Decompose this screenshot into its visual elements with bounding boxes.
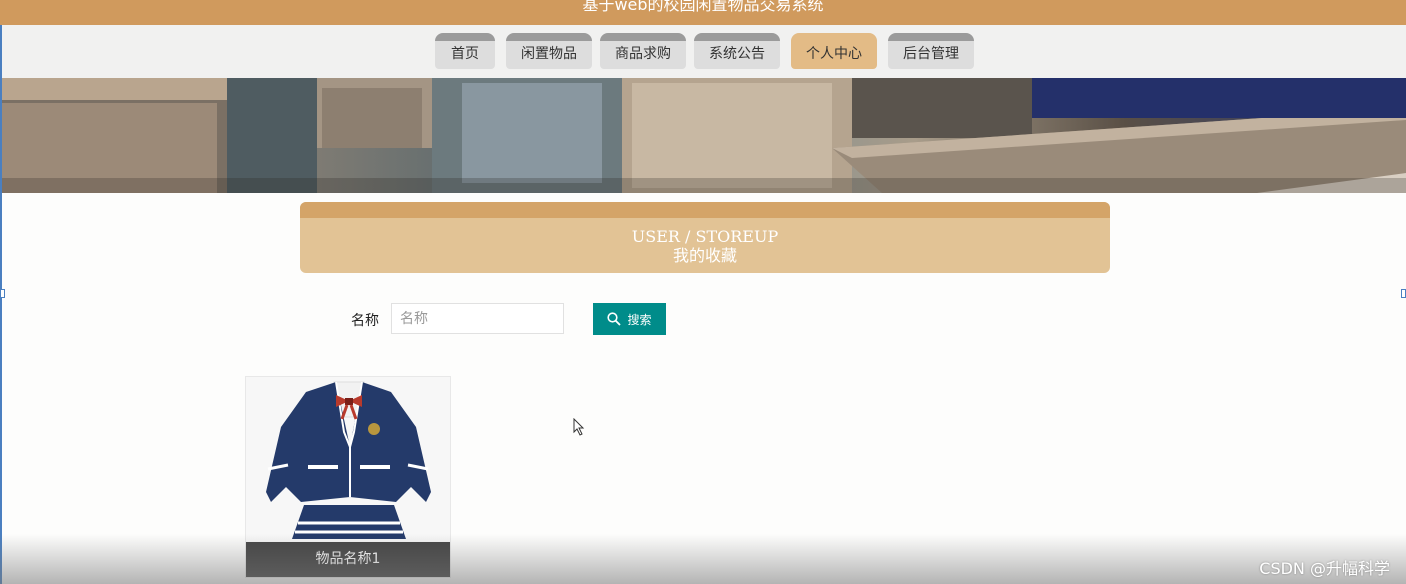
nav-item-idle-items[interactable]: 闲置物品 — [506, 33, 592, 69]
search-button[interactable]: 搜索 — [593, 303, 666, 335]
nav-item-user-center[interactable]: 个人中心 — [791, 33, 877, 69]
search-input[interactable] — [391, 303, 564, 334]
nav-item-home[interactable]: 首页 — [435, 33, 495, 69]
nav-item-wanted[interactable]: 商品求购 — [600, 33, 686, 69]
search-label: 名称 — [351, 313, 379, 329]
item-name: 物品名称1 — [246, 542, 450, 577]
page-title-en: USER / STOREUP — [631, 227, 779, 246]
banner-image — [2, 78, 1406, 193]
title-card-strip — [300, 202, 1110, 218]
search-icon — [607, 312, 622, 326]
watermark: CSDN @升幅科学 — [1259, 559, 1390, 578]
item-image — [246, 377, 450, 543]
item-card[interactable]: 物品名称1 — [245, 376, 451, 578]
mouse-cursor-icon — [573, 418, 585, 436]
nav-item-announcements[interactable]: 系统公告 — [694, 33, 780, 69]
bottom-overlay — [0, 534, 1406, 584]
search-button-label: 搜索 — [627, 312, 652, 327]
nav-item-admin[interactable]: 后台管理 — [888, 33, 974, 69]
resize-handle-left[interactable] — [0, 289, 5, 298]
header-bar: 基于web的校园闲置物品交易系统 — [0, 0, 1406, 25]
nav-bar: 首页 闲置物品 商品求购 系统公告 个人中心 后台管理 — [0, 25, 1406, 78]
page-title-cn: 我的收藏 — [672, 246, 737, 265]
page-title-card: USER / STOREUP 我的收藏 — [300, 202, 1110, 273]
site-title: 基于web的校园闲置物品交易系统 — [582, 0, 824, 14]
resize-handle-right[interactable] — [1401, 289, 1406, 298]
